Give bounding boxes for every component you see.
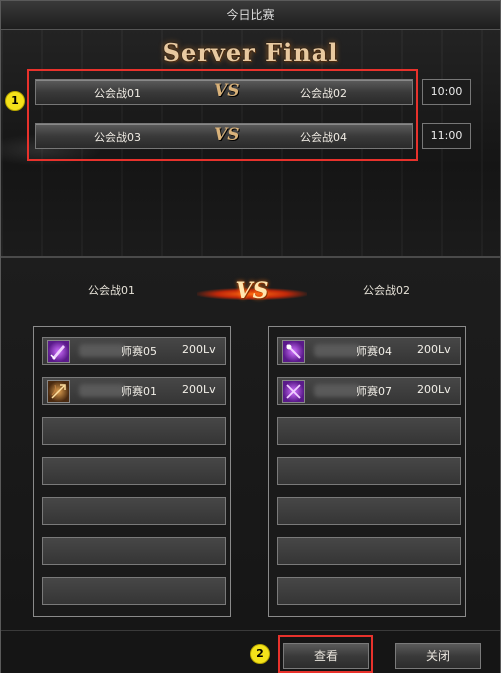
- player-name: 师赛01: [121, 385, 157, 398]
- detail-team-left: 公会战01: [88, 284, 135, 297]
- obscured-name: [79, 384, 125, 397]
- player-name: 师赛07: [356, 385, 392, 398]
- left-roster-slot-5[interactable]: [42, 497, 226, 525]
- match-2-time: 11:00: [422, 123, 471, 149]
- highlight-box-view: [278, 635, 373, 673]
- right-roster-slot-7[interactable]: [277, 577, 461, 605]
- player-name: 师赛04: [356, 345, 392, 358]
- right-roster-slot-5[interactable]: [277, 497, 461, 525]
- annotation-marker-1: 1: [5, 91, 25, 111]
- close-button[interactable]: 关闭: [395, 643, 481, 669]
- right-roster-panel: 师赛04 200Lv 师赛07 200Lv: [268, 326, 466, 617]
- left-roster-slot-7[interactable]: [42, 577, 226, 605]
- detail-team-right: 公会战02: [363, 284, 410, 297]
- left-roster-panel: 师赛05 200Lv 师赛01 200Lv: [33, 326, 231, 617]
- server-final-banner: Server Final: [162, 38, 339, 67]
- player-level: 200Lv: [182, 383, 216, 396]
- player-name: 师赛05: [121, 345, 157, 358]
- left-roster-slot-2[interactable]: 师赛01 200Lv: [42, 377, 226, 405]
- match-detail-panel: 公会战01 VS 公会战02 师赛05 200Lv 师赛01 200Lv 师赛0…: [1, 258, 500, 630]
- highlight-box-matches: [27, 69, 418, 161]
- today-match-window: 今日比赛 Server Final 公会战01 VS 公会战02 10:00 公…: [0, 0, 501, 673]
- obscured-name: [314, 344, 360, 357]
- dual-blade-class-icon: [282, 380, 305, 403]
- left-roster-slot-1[interactable]: 师赛05 200Lv: [42, 337, 226, 365]
- obscured-name: [79, 344, 125, 357]
- server-final-panel: Server Final 公会战01 VS 公会战02 10:00 公会战03 …: [1, 30, 500, 256]
- window-title: 今日比赛: [1, 1, 500, 30]
- player-level: 200Lv: [417, 383, 451, 396]
- right-roster-slot-4[interactable]: [277, 457, 461, 485]
- player-level: 200Lv: [417, 343, 451, 356]
- detail-vs: VS: [235, 278, 269, 304]
- left-roster-slot-6[interactable]: [42, 537, 226, 565]
- player-level: 200Lv: [182, 343, 216, 356]
- bow-class-icon: [47, 380, 70, 403]
- match-1-time: 10:00: [422, 79, 471, 105]
- right-roster-slot-3[interactable]: [277, 417, 461, 445]
- sword-class-icon: [47, 340, 70, 363]
- obscured-name: [314, 384, 360, 397]
- wand-class-icon: [282, 340, 305, 363]
- right-roster-slot-6[interactable]: [277, 537, 461, 565]
- right-roster-slot-2[interactable]: 师赛07 200Lv: [277, 377, 461, 405]
- footer-bar: 查看 关闭 2: [1, 630, 500, 673]
- left-roster-slot-3[interactable]: [42, 417, 226, 445]
- left-roster-slot-4[interactable]: [42, 457, 226, 485]
- right-roster-slot-1[interactable]: 师赛04 200Lv: [277, 337, 461, 365]
- fire-vs-emblem: VS: [197, 278, 307, 306]
- annotation-marker-2: 2: [250, 644, 270, 664]
